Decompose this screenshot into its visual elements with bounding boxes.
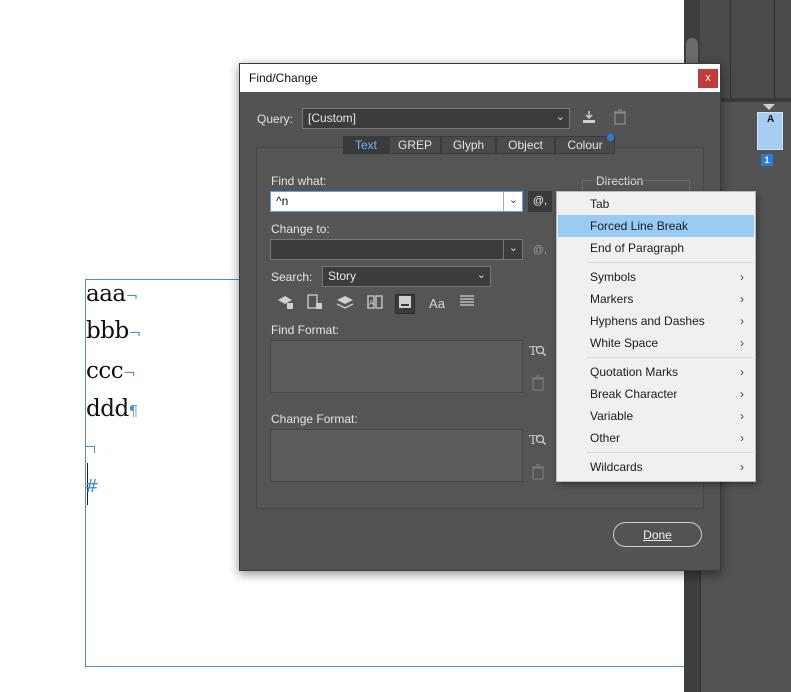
tab-glyph[interactable]: Glyph bbox=[441, 136, 496, 154]
trash-icon[interactable] bbox=[611, 109, 629, 128]
whole-word-icon[interactable] bbox=[457, 294, 477, 314]
menu-separator bbox=[587, 357, 753, 358]
find-format-label: Find Format: bbox=[271, 323, 340, 337]
tab-text[interactable]: Text bbox=[343, 136, 389, 154]
menu-separator bbox=[587, 452, 753, 453]
empty-line-mark bbox=[86, 446, 95, 453]
chevron-right-icon: › bbox=[740, 365, 744, 379]
chevron-right-icon: › bbox=[740, 460, 744, 474]
find-what-label: Find what: bbox=[271, 174, 327, 188]
chevron-right-icon: › bbox=[740, 431, 744, 445]
change-format-label: Change Format: bbox=[271, 412, 358, 426]
svg-text:A: A bbox=[369, 300, 374, 307]
direction-group bbox=[582, 180, 690, 191]
page-number-badge: 1 bbox=[761, 154, 773, 166]
special-characters-menu: Tab Forced Line Break End of Paragraph S… bbox=[556, 191, 756, 482]
change-to-input[interactable]: ⌄ bbox=[270, 239, 523, 260]
include-hidden-layers-icon[interactable] bbox=[335, 294, 355, 314]
menu-item-wildcards[interactable]: Wildcards › bbox=[558, 456, 754, 478]
case-sensitive-icon[interactable]: Aa bbox=[427, 294, 447, 314]
menu-item-other[interactable]: Other › bbox=[558, 427, 754, 449]
change-to-label: Change to: bbox=[271, 222, 330, 236]
specify-find-format-icon[interactable]: T bbox=[528, 343, 548, 362]
change-format-box[interactable] bbox=[270, 429, 523, 482]
document-line[interactable]: ccc¬ bbox=[86, 358, 136, 384]
tab-grep[interactable]: GREP bbox=[389, 136, 441, 154]
master-indicator-icon bbox=[763, 104, 775, 110]
document-line[interactable]: aaa¬ bbox=[86, 281, 138, 307]
chevron-right-icon: › bbox=[740, 409, 744, 423]
query-label: Query: bbox=[257, 112, 294, 126]
tab-object[interactable]: Object bbox=[496, 136, 555, 154]
chevron-right-icon: › bbox=[740, 336, 744, 350]
menu-separator bbox=[587, 262, 753, 263]
menu-item-white-space[interactable]: White Space › bbox=[558, 332, 754, 354]
query-select[interactable]: [Custom] ⌄ bbox=[302, 108, 570, 129]
chevron-down-icon: ⌄ bbox=[555, 111, 565, 123]
chevron-down-icon: ⌄ bbox=[508, 242, 518, 254]
include-footnotes-icon[interactable] bbox=[395, 294, 415, 314]
master-prefix-label: A bbox=[767, 114, 775, 125]
chevron-down-icon: ⌄ bbox=[508, 194, 518, 206]
menu-item-forced-line-break[interactable]: Forced Line Break bbox=[558, 215, 754, 237]
chevron-right-icon: › bbox=[740, 387, 744, 401]
dialog-title: Find/Change bbox=[249, 71, 318, 85]
search-scope-select[interactable]: Story ⌄ bbox=[322, 266, 491, 287]
menu-item-hyphens-and-dashes[interactable]: Hyphens and Dashes › bbox=[558, 310, 754, 332]
chevron-down-icon: ⌄ bbox=[476, 269, 486, 281]
done-button[interactable]: Done bbox=[613, 522, 702, 547]
dialog-titlebar[interactable]: Find/Change x bbox=[240, 64, 720, 92]
find-what-input[interactable]: ^n ⌄ bbox=[270, 191, 523, 212]
tab-colour[interactable]: Colour bbox=[555, 136, 615, 154]
document-line[interactable]: bbb¬ bbox=[86, 318, 141, 344]
include-master-pages-icon[interactable]: A bbox=[365, 294, 385, 314]
forced-line-break-mark: ¬ bbox=[123, 364, 136, 382]
menu-item-quotation-marks[interactable]: Quotation Marks › bbox=[558, 361, 754, 383]
special-characters-change-button[interactable]: @, bbox=[528, 240, 552, 260]
menu-item-end-of-paragraph[interactable]: End of Paragraph bbox=[558, 237, 754, 259]
menu-item-symbols[interactable]: Symbols › bbox=[558, 266, 754, 288]
menu-item-variable[interactable]: Variable › bbox=[558, 405, 754, 427]
clear-change-format-icon[interactable] bbox=[529, 464, 547, 483]
special-characters-button[interactable]: @, bbox=[528, 191, 552, 212]
search-label: Search: bbox=[271, 270, 313, 284]
forced-line-break-mark: ¬ bbox=[125, 287, 139, 305]
chevron-right-icon: › bbox=[740, 270, 744, 284]
end-of-story-mark: # bbox=[84, 476, 100, 497]
menu-item-tab[interactable]: Tab bbox=[558, 193, 754, 215]
find-format-box[interactable] bbox=[270, 340, 523, 393]
menu-item-markers[interactable]: Markers › bbox=[558, 288, 754, 310]
chevron-right-icon: › bbox=[740, 292, 744, 306]
close-button[interactable]: x bbox=[698, 69, 718, 88]
chevron-right-icon: › bbox=[740, 314, 744, 328]
document-line[interactable]: ddd¶ bbox=[86, 396, 138, 422]
menu-item-break-character[interactable]: Break Character › bbox=[558, 383, 754, 405]
include-locked-stories-icon[interactable] bbox=[305, 294, 325, 314]
save-query-icon[interactable] bbox=[580, 109, 598, 128]
clear-find-format-icon[interactable] bbox=[529, 375, 547, 394]
colour-tab-indicator-icon bbox=[607, 134, 614, 141]
forced-line-break-mark: ¬ bbox=[128, 324, 142, 342]
svg-text:T: T bbox=[529, 344, 537, 358]
specify-change-format-icon[interactable]: T bbox=[528, 432, 548, 451]
paragraph-mark: ¶ bbox=[128, 402, 139, 420]
include-locked-layers-icon[interactable] bbox=[275, 294, 295, 314]
svg-text:T: T bbox=[529, 433, 537, 447]
